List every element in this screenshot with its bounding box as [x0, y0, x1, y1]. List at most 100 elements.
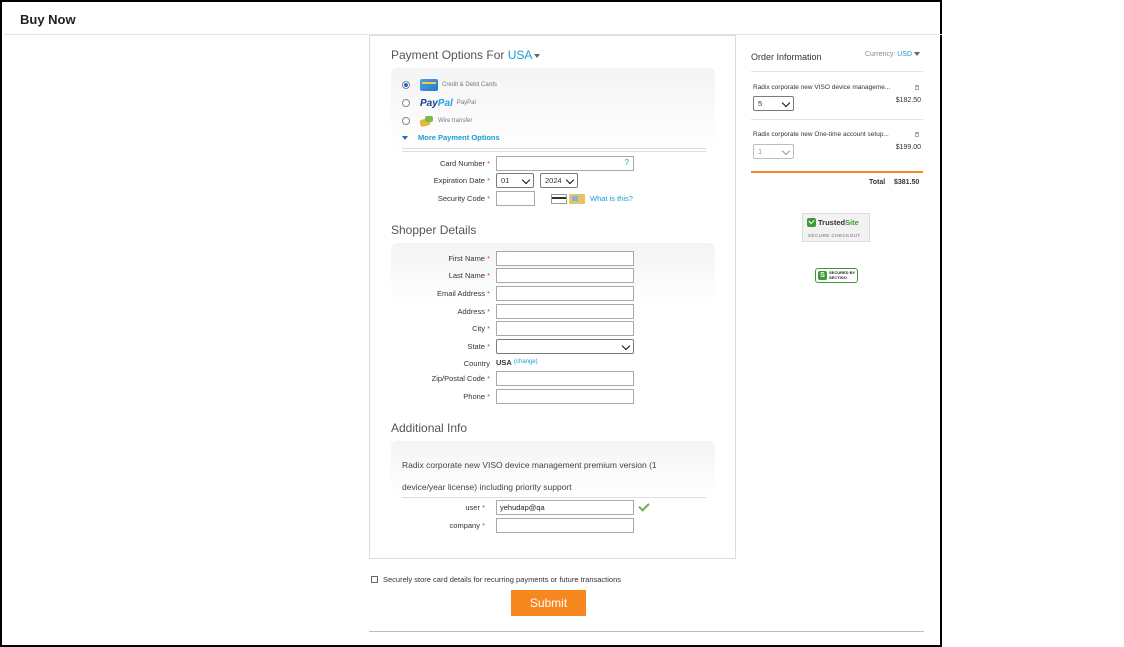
more-payment-options-link[interactable]: More Payment Options	[402, 133, 500, 142]
last-name-input[interactable]	[496, 268, 634, 283]
wire-transfer-icon	[420, 115, 434, 127]
order-divider	[751, 119, 923, 120]
trash-icon[interactable]	[915, 85, 919, 90]
card-help-icon[interactable]: ?	[625, 158, 629, 167]
chevron-down-icon	[521, 175, 531, 185]
paypal-method-label: PayPal	[456, 100, 476, 106]
required-mark: *	[487, 374, 490, 383]
security-code-label: Security Code *	[370, 194, 490, 203]
shopper-details-title: Shopper Details	[391, 223, 477, 237]
city-input[interactable]	[496, 321, 634, 336]
paypal-logo-text-b: Pal	[437, 97, 453, 109]
first-name-label-text: First Name	[448, 254, 485, 263]
phone-input[interactable]	[496, 389, 634, 404]
trustedsite-subtitle: SECURE CHECKOUT	[808, 233, 861, 238]
total-value: $381.50	[894, 179, 920, 186]
currency-label: Currency:	[865, 51, 896, 58]
check-icon	[807, 218, 816, 227]
security-code-input[interactable]	[496, 191, 535, 206]
store-card-row[interactable]: Securely store card details for recurrin…	[371, 575, 621, 584]
card-back-icon	[551, 194, 567, 204]
user-input[interactable]: yehudap@qa	[496, 500, 634, 515]
user-label: user *	[365, 503, 485, 512]
order-item-name: Radix corporate new One-time account set…	[753, 131, 889, 138]
company-label-text: company	[449, 521, 480, 530]
sectigo-icon: S	[818, 271, 827, 280]
chevron-down-icon	[781, 146, 791, 156]
payment-separator	[402, 148, 706, 152]
required-mark: *	[487, 254, 490, 263]
card-number-label: Card Number *	[370, 159, 490, 168]
expiration-label-text: Expiration Date	[433, 176, 485, 185]
state-select[interactable]	[496, 339, 634, 354]
zip-input[interactable]	[496, 371, 634, 386]
payment-options-label: Payment Options For	[391, 48, 505, 62]
order-information-title: Order Information	[751, 52, 822, 62]
company-input[interactable]	[496, 518, 634, 533]
email-input[interactable]	[496, 286, 634, 301]
payment-method-card[interactable]: Credit & Debit Cards	[402, 78, 497, 92]
order-item-qty-select[interactable]: 5	[753, 96, 794, 111]
caret-down-icon	[534, 53, 541, 58]
order-item-price: $182.50	[895, 97, 921, 104]
zip-label: Zip/Postal Code *	[370, 374, 490, 383]
store-card-checkbox[interactable]	[371, 576, 378, 583]
first-name-input[interactable]	[496, 251, 634, 266]
sectigo-name-text: SECTIGO	[829, 274, 848, 280]
payment-methods-box: Credit & Debit Cards PayPal PayPal Wire …	[391, 68, 715, 153]
country-change-link[interactable]: (change)	[514, 359, 538, 365]
card-number-label-text: Card Number	[439, 159, 485, 168]
caret-down-icon	[914, 52, 921, 57]
more-payment-options-label: More Payment Options	[418, 133, 500, 142]
paypal-logo: PayPal	[420, 98, 453, 109]
expiration-month-select[interactable]: 01	[496, 173, 534, 188]
required-mark: *	[487, 176, 490, 185]
chevron-down-icon	[781, 98, 791, 108]
required-mark: *	[487, 324, 490, 333]
address-label: Address *	[370, 307, 490, 316]
address-label-text: Address	[457, 307, 485, 316]
expiration-year-select[interactable]: 2024	[540, 173, 578, 188]
wire-method-label: Wire transfer	[438, 118, 473, 124]
required-mark: *	[482, 503, 485, 512]
required-mark: *	[487, 159, 490, 168]
expiration-year-value: 2024	[545, 176, 562, 185]
submit-button[interactable]: Submit	[511, 590, 586, 616]
currency-selector[interactable]: Currency: USD	[865, 51, 921, 58]
first-name-label: First Name *	[370, 254, 490, 263]
payment-country-selector[interactable]: USA	[508, 48, 541, 62]
last-name-label: Last Name *	[370, 271, 490, 280]
payment-method-wire[interactable]: Wire transfer	[402, 114, 472, 128]
order-item-qty-value: 1	[758, 147, 763, 156]
order-item-qty-select: 1	[753, 144, 794, 159]
expiration-month-value: 01	[501, 176, 510, 185]
triangle-down-icon	[402, 135, 408, 140]
payment-method-paypal[interactable]: PayPal PayPal	[402, 96, 476, 110]
product-description: Radix corporate new VISO device manageme…	[402, 460, 657, 492]
country-label: Country	[463, 359, 490, 368]
card-number-input[interactable]: ?	[496, 156, 634, 171]
order-item-price: $199.00	[895, 144, 921, 151]
city-label-text: City	[472, 324, 485, 333]
security-code-label-text: Security Code	[437, 194, 485, 203]
page-title: Buy Now	[20, 12, 76, 27]
bottom-divider	[369, 631, 924, 632]
card-radio[interactable]	[402, 81, 410, 89]
email-label: Email Address *	[370, 289, 490, 298]
order-item-name: Radix corporate new VISO device manageme…	[753, 84, 891, 91]
wire-radio[interactable]	[402, 117, 410, 125]
chevron-down-icon	[621, 341, 631, 351]
card-front-icon	[569, 194, 585, 204]
trustedsite-badge[interactable]: Trusted Site SECURE CHECKOUT	[802, 213, 870, 242]
credit-card-icon	[420, 79, 438, 91]
address-input[interactable]	[496, 304, 634, 319]
order-divider	[751, 71, 923, 72]
paypal-radio[interactable]	[402, 99, 410, 107]
order-item-qty-value: 5	[758, 99, 763, 108]
header-bar: Buy Now	[4, 4, 942, 35]
total-label: Total	[869, 179, 886, 186]
trash-icon[interactable]	[915, 132, 919, 137]
payment-country-value: USA	[507, 48, 533, 62]
what-is-this-link[interactable]: What is this?	[590, 194, 633, 203]
sectigo-badge[interactable]: S SECURED BY SECTIGO	[815, 268, 858, 283]
